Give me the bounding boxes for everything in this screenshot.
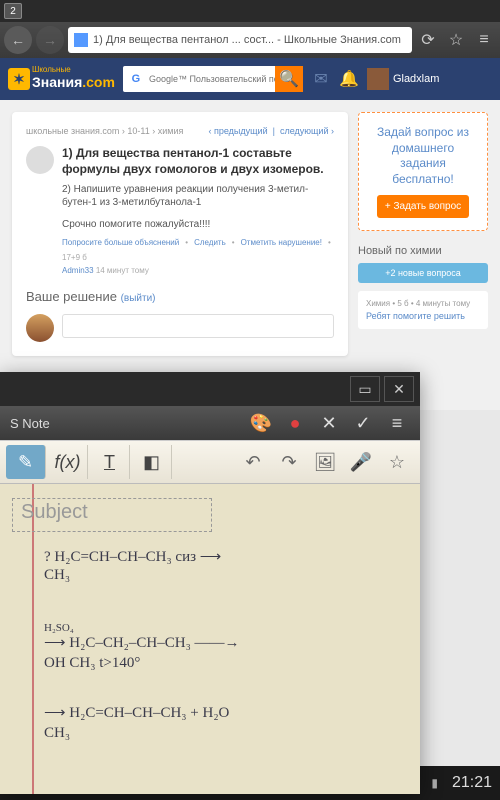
page-content: школьные знания.com › 10-11 › химия ‹ пр… xyxy=(0,100,500,410)
ask-question-promo: Задай вопрос из домашнего задания беспла… xyxy=(358,112,488,231)
list-item[interactable]: Химия • 5 б • 4 минуты тому Ребят помоги… xyxy=(358,291,488,329)
android-statusbar: 2 xyxy=(0,0,500,22)
snote-titlebar: S Note 🎨 ● ✕ ✓ ≡ xyxy=(0,406,420,440)
subject-field[interactable]: Subject xyxy=(12,498,212,532)
item-text: Ребят помогите решить xyxy=(366,311,480,321)
snote-title: S Note xyxy=(10,416,50,431)
hamburger-icon[interactable]: ≡ xyxy=(384,413,410,434)
my-avatar[interactable] xyxy=(26,314,54,342)
clock: 21:21 xyxy=(452,774,492,792)
snote-toolbar: ✎ f(x) T ◧ ↶ ↷ 🖼 🎤 ☆ xyxy=(0,440,420,484)
reload-icon[interactable]: ⟳ xyxy=(416,30,440,50)
browser-toolbar: ← → 1) Для вещества пентанол ... сост...… xyxy=(0,22,500,58)
eraser-tool[interactable]: ◧ xyxy=(132,445,172,479)
logout-link[interactable]: (выйти) xyxy=(121,293,156,304)
handwriting-line: ⟶ H₂C–CH₂–CH–CH₃ ――→ xyxy=(44,634,240,652)
question-urgent: Срочно помогите пожалуйста!!!! xyxy=(62,219,334,230)
battery-icon: ▮ xyxy=(431,776,438,790)
notifications-icon[interactable]: 🔔 xyxy=(339,69,359,89)
answer-input[interactable] xyxy=(62,314,334,338)
flag-link[interactable]: Отметить нарушение! xyxy=(241,238,322,247)
pen-tool[interactable]: ✎ xyxy=(6,445,46,479)
google-icon: G xyxy=(126,69,146,89)
ask-question-button[interactable]: + Задать вопрос xyxy=(377,195,469,218)
mic-icon[interactable]: 🎤 xyxy=(344,445,378,479)
question-card: школьные знания.com › 10-11 › химия ‹ пр… xyxy=(12,112,348,356)
star-icon[interactable]: ☆ xyxy=(444,30,468,50)
palette-icon[interactable]: 🎨 xyxy=(248,413,274,434)
prev-link[interactable]: ‹ предыдущий xyxy=(209,126,268,136)
ask-more-link[interactable]: Попросите больше объяснений xyxy=(62,238,179,247)
logo-icon: ✶ xyxy=(8,68,30,90)
bookmark-icon[interactable]: ☆ xyxy=(380,445,414,479)
asker-avatar[interactable] xyxy=(26,146,54,174)
close-icon[interactable]: ✕ xyxy=(384,376,414,402)
url-bar[interactable]: 1) Для вещества пентанол ... сост... - Ш… xyxy=(68,27,412,53)
author-link[interactable]: Admin33 xyxy=(62,266,94,275)
question-subtitle: 2) Напишите уравнения реакции получения … xyxy=(62,183,334,209)
image-add-icon[interactable]: 🖼 xyxy=(308,445,342,479)
handwriting-line: CH₃ xyxy=(44,724,70,742)
undo-icon[interactable]: ↶ xyxy=(236,445,270,479)
handwriting-line: CH₃ xyxy=(44,566,70,584)
sidebar: Задай вопрос из домашнего задания беспла… xyxy=(358,112,488,398)
snote-window-controls: ▭ ✕ xyxy=(0,372,420,406)
username: Gladxlam xyxy=(393,73,439,85)
cancel-icon[interactable]: ✕ xyxy=(316,413,342,434)
confirm-icon[interactable]: ✓ xyxy=(350,413,376,434)
site-header: ✶ Школьные Знания.com G 🔍 ✉ 🔔 Gladxlam xyxy=(0,58,500,100)
menu-icon[interactable]: ≡ xyxy=(472,31,496,49)
breadcrumb[interactable]: школьные знания.com › 10-11 › химия xyxy=(26,126,183,136)
your-answer-heading: Ваше решение xyxy=(26,289,117,304)
snote-canvas[interactable]: Subject ? H₂C=CH–CH–CH₃ сиз ⟶ CH₃ H₂SO₄ … xyxy=(0,484,420,794)
points-label: 17+9 б xyxy=(62,253,87,262)
tabs-count-badge[interactable]: 2 xyxy=(4,3,22,19)
ask-promo-text: Задай вопрос из домашнего задания беспла… xyxy=(371,125,475,187)
record-icon[interactable]: ● xyxy=(282,413,308,434)
back-button[interactable]: ← xyxy=(4,26,32,54)
item-category: Химия • 5 б • 4 минуты тому xyxy=(366,299,480,308)
logo-subtitle: Школьные xyxy=(32,66,115,74)
user-menu[interactable]: Gladxlam xyxy=(367,68,439,90)
page-title: 1) Для вещества пентанол ... сост... - Ш… xyxy=(93,34,401,46)
author-time: 14 минут тому xyxy=(96,266,149,275)
follow-link[interactable]: Следить xyxy=(194,238,226,247)
next-link[interactable]: следующий › xyxy=(280,126,334,136)
search-button[interactable]: 🔍 xyxy=(275,66,303,92)
search-input[interactable] xyxy=(149,74,275,84)
formula-tool[interactable]: f(x) xyxy=(48,445,88,479)
question-title: 1) Для вещества пентанол-1 составьте фор… xyxy=(62,146,334,177)
text-tool[interactable]: T xyxy=(90,445,130,479)
favicon-icon xyxy=(74,33,88,47)
site-search[interactable]: G 🔍 xyxy=(123,66,303,92)
handwriting-line: ⟶ H₂C=CH–CH–CH₃ + H₂O xyxy=(44,704,229,722)
minimize-icon[interactable]: ▭ xyxy=(350,376,380,402)
site-logo[interactable]: ✶ Школьные Знания.com xyxy=(8,66,115,92)
new-questions-heading: Новый по химии xyxy=(358,245,488,257)
avatar xyxy=(367,68,389,90)
handwriting-line: ? H₂C=CH–CH–CH₃ сиз ⟶ xyxy=(44,548,221,566)
new-questions-button[interactable]: +2 новые вопроса xyxy=(358,263,488,283)
snote-window: ▭ ✕ S Note 🎨 ● ✕ ✓ ≡ ✎ f(x) T ◧ ↶ ↷ 🖼 🎤 … xyxy=(0,372,420,794)
forward-button[interactable]: → xyxy=(36,26,64,54)
redo-icon[interactable]: ↷ xyxy=(272,445,306,479)
messages-icon[interactable]: ✉ xyxy=(311,69,331,89)
handwriting-line: OH CH₃ t>140° xyxy=(44,654,140,672)
